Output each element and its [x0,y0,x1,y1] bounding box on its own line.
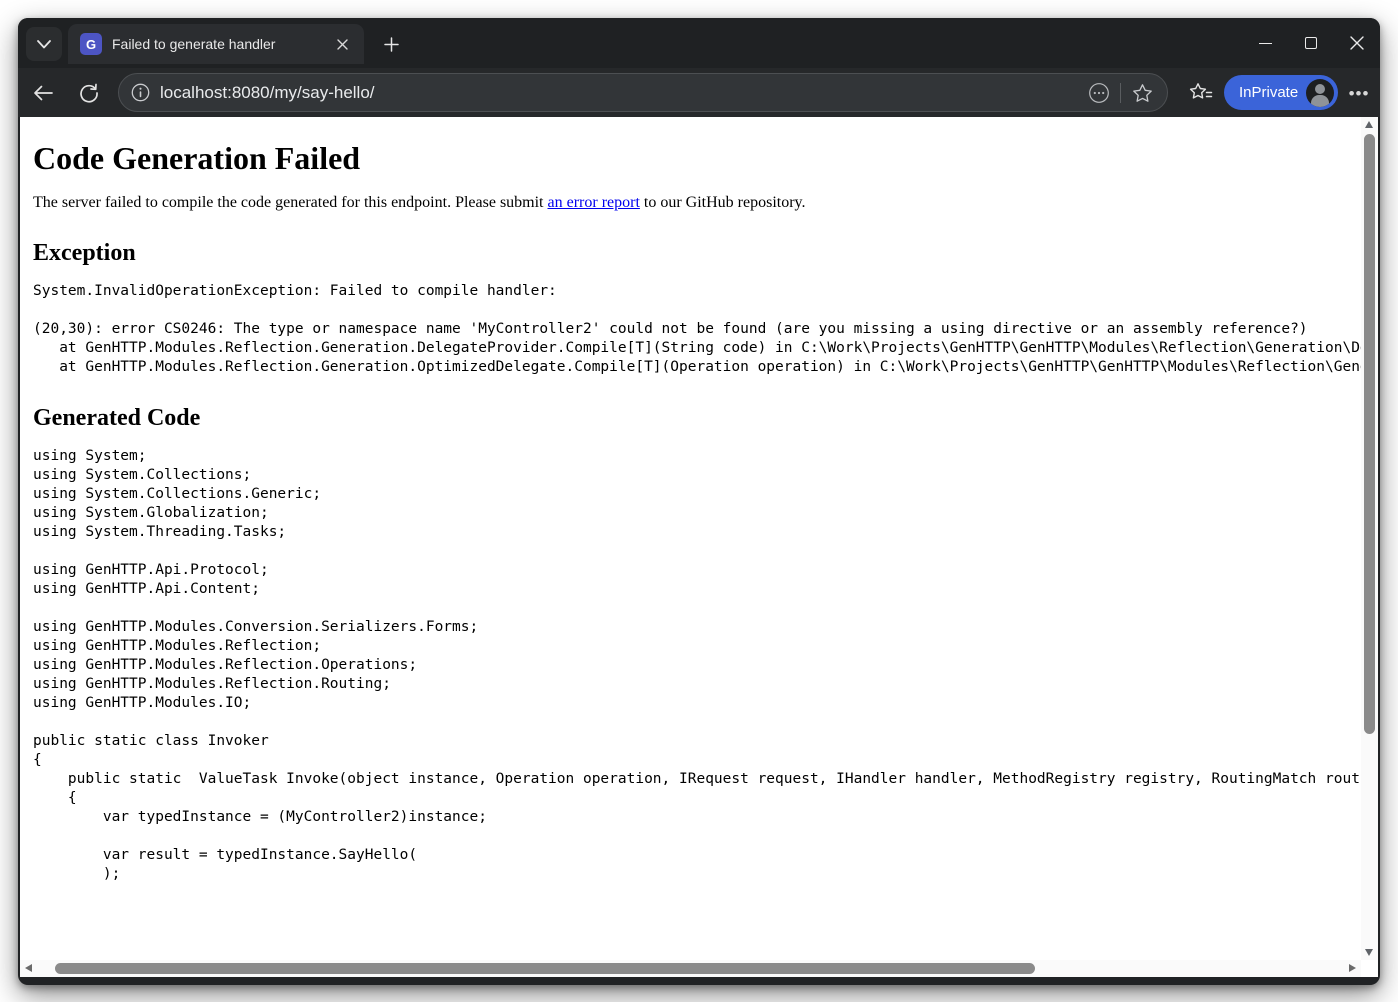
tab-actions-menu-button[interactable] [26,27,62,61]
exception-trace: System.InvalidOperationException: Failed… [33,283,1361,375]
page-viewport: Code Generation Failed The server failed… [20,117,1378,977]
more-site-tools-button[interactable] [1084,78,1114,108]
navigation-toolbar: localhost:8080/my/say-hello/ InPrivate •… [18,68,1380,117]
ellipsis-circle-icon [1089,82,1109,103]
plus-icon [383,36,399,52]
new-tab-button[interactable] [374,29,408,59]
minimize-button[interactable] [1242,18,1288,68]
address-bar[interactable]: localhost:8080/my/say-hello/ [118,73,1168,112]
horizontal-scrollbar[interactable] [20,960,1361,977]
scroll-right-arrow-icon[interactable] [1349,964,1356,972]
address-bar-divider [1120,82,1121,103]
error-report-link[interactable]: an error report [548,194,640,211]
vertical-scrollbar-thumb[interactable] [1364,134,1375,734]
page-content: Code Generation Failed The server failed… [20,117,1361,960]
browser-tab[interactable]: G Failed to generate handler [68,24,364,64]
site-info-icon[interactable] [131,83,150,102]
page-title: Code Generation Failed [33,140,361,176]
minimize-icon [1258,42,1272,44]
scroll-up-arrow-icon[interactable] [1365,121,1373,128]
intro-text-before: The server failed to compile the code ge… [33,194,548,211]
intro-paragraph: The server failed to compile the code ge… [33,194,1361,212]
maximize-button[interactable] [1288,18,1334,68]
refresh-icon [80,83,98,103]
ellipsis-icon: ••• [1348,83,1370,103]
profile-avatar [1306,78,1335,107]
title-bar: G Failed to generate handler [18,18,1380,68]
browser-window: G Failed to generate handler localhost:8… [18,18,1380,985]
add-favorite-button[interactable] [1127,78,1157,108]
close-window-button[interactable] [1334,18,1380,68]
tab-close-button[interactable] [330,32,354,56]
intro-text-after: to our GitHub repository. [639,194,806,211]
star-icon [1132,83,1152,102]
inprivate-label: InPrivate [1239,84,1299,101]
generated-code-heading: Generated Code [33,405,201,431]
favicon-letter: G [85,36,97,52]
generated-code-block: using System; using System.Collections; … [33,448,1361,882]
favorites-hub-button[interactable] [1184,76,1218,110]
favorites-list-icon [1189,83,1213,99]
horizontal-scrollbar-thumb[interactable] [55,963,1035,974]
close-icon [1350,36,1364,50]
tab-favicon: G [80,33,102,55]
settings-and-more-button[interactable]: ••• [1342,76,1376,110]
scroll-left-arrow-icon[interactable] [25,964,32,972]
scroll-down-arrow-icon[interactable] [1365,949,1373,956]
back-arrow-icon [34,85,53,101]
back-button[interactable] [24,74,62,112]
inprivate-profile-button[interactable]: InPrivate [1224,75,1339,110]
maximize-icon [1305,37,1317,49]
vertical-scrollbar[interactable] [1361,117,1378,960]
tab-title: Failed to generate handler [112,36,276,52]
refresh-button[interactable] [70,74,108,112]
close-icon [336,38,348,50]
window-controls [1242,18,1380,68]
chevron-down-icon [37,39,51,48]
exception-heading: Exception [33,240,136,266]
url-text: localhost:8080/my/say-hello/ [160,82,375,102]
